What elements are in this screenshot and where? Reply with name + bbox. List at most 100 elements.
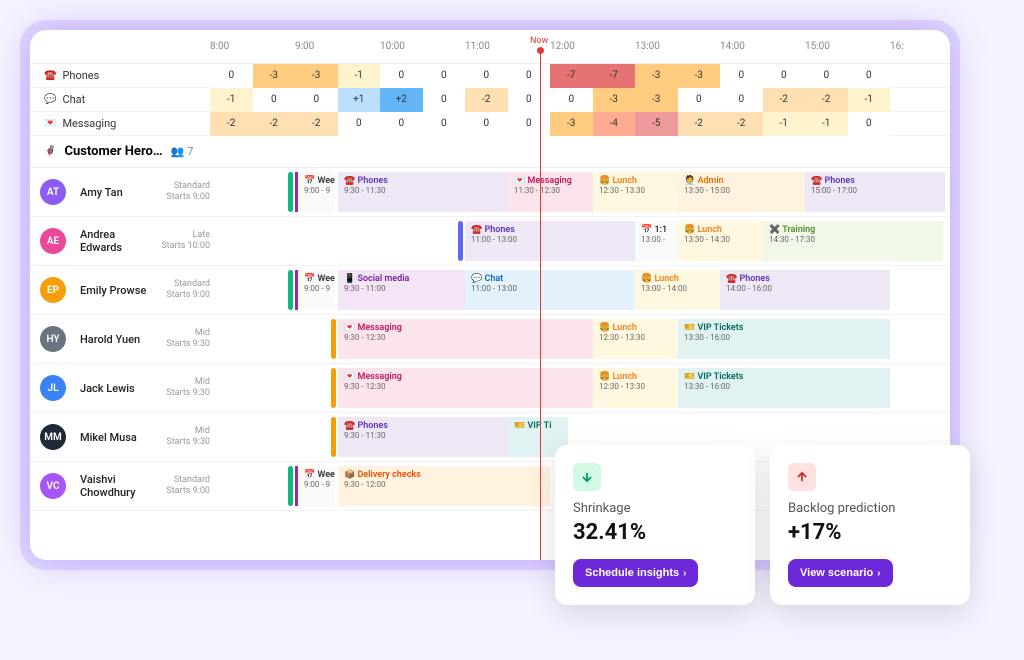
- agent-track[interactable]: ☎️ Phones11:00 - 13:00📅 1:113:00 -🍔 Lunc…: [210, 217, 950, 265]
- coverage-cell[interactable]: 0: [805, 64, 848, 88]
- schedule-bar[interactable]: 🎫 VIP Tickets13:30 - 16:00: [678, 319, 890, 359]
- shift-info: StandardStarts 9:00: [154, 181, 210, 203]
- schedule-bar[interactable]: 🎫 VIP Tickets13:30 - 16:00: [678, 368, 890, 408]
- schedule-bar[interactable]: 📦 Delivery checks9:30 - 12:00: [338, 466, 550, 506]
- avatar[interactable]: AT: [40, 179, 66, 205]
- insight-card: Backlog prediction+17%View scenario ›: [770, 445, 970, 605]
- coverage-cell[interactable]: 0: [848, 112, 891, 136]
- schedule-bar[interactable]: 🍔 Lunch12:30 - 13:30: [593, 319, 678, 359]
- coverage-cell[interactable]: -2: [253, 112, 296, 136]
- coverage-cell[interactable]: -3: [635, 88, 678, 112]
- coverage-cell[interactable]: -3: [635, 64, 678, 88]
- coverage-cell[interactable]: 0: [550, 88, 593, 112]
- schedule-bar[interactable]: ☎️ Phones11:00 - 13:00: [465, 221, 635, 261]
- card-title: Backlog prediction: [788, 501, 952, 516]
- coverage-cell[interactable]: 0: [380, 112, 423, 136]
- coverage-cell[interactable]: 0: [210, 64, 253, 88]
- team-header[interactable]: 🦸 Customer Hero… 👥 7: [30, 136, 950, 168]
- channel-row[interactable]: ☎️ Phones0-3-3-10000-7-7-3-30000: [30, 64, 950, 88]
- schedule-bar[interactable]: 💌 Messaging9:30 - 12:30: [338, 319, 593, 359]
- coverage-cell[interactable]: -2: [210, 112, 253, 136]
- shift-stripe: [288, 466, 293, 506]
- agent-track[interactable]: 💌 Messaging9:30 - 12:30🍔 Lunch12:30 - 13…: [210, 315, 950, 363]
- coverage-cell[interactable]: -2: [805, 88, 848, 112]
- coverage-cell[interactable]: -3: [678, 64, 721, 88]
- agent-track[interactable]: 📅 Week9:00 - 9📱 Social media9:30 - 11:00…: [210, 266, 950, 314]
- coverage-cell[interactable]: -2: [465, 88, 508, 112]
- schedule-bar[interactable]: 🍔 Lunch12:30 - 13:30: [593, 368, 678, 408]
- coverage-cell[interactable]: -1: [848, 88, 891, 112]
- coverage-cell[interactable]: -1: [763, 112, 806, 136]
- schedule-bar[interactable]: 💌 Messaging11:30 - 12:30: [508, 172, 593, 212]
- schedule-bar[interactable]: 🧑‍💼 Admin13:30 - 15:00: [678, 172, 806, 212]
- schedule-bar[interactable]: 🍔 Lunch13:30 - 14:30: [678, 221, 763, 261]
- coverage-cell[interactable]: -7: [593, 64, 636, 88]
- agent-track[interactable]: 💌 Messaging9:30 - 12:30🍔 Lunch12:30 - 13…: [210, 364, 950, 412]
- avatar[interactable]: AE: [40, 228, 66, 254]
- coverage-cell[interactable]: 0: [253, 88, 296, 112]
- agent-name: Amy Tan: [80, 186, 150, 199]
- shift-info: StandardStarts 9:00: [154, 475, 210, 497]
- coverage-cell[interactable]: 0: [720, 88, 763, 112]
- avatar[interactable]: EP: [40, 277, 66, 303]
- coverage-cell[interactable]: -3: [295, 64, 338, 88]
- coverage-cell[interactable]: 0: [295, 88, 338, 112]
- coverage-cell[interactable]: 0: [508, 88, 551, 112]
- coverage-cell[interactable]: 0: [423, 112, 466, 136]
- shift-stripe: [331, 417, 336, 457]
- coverage-cell[interactable]: -2: [678, 112, 721, 136]
- coverage-cell[interactable]: -3: [253, 64, 296, 88]
- schedule-bar[interactable]: ☎️ Phones9:30 - 11:30: [338, 417, 508, 457]
- card-action-button[interactable]: Schedule insights ›: [573, 559, 698, 587]
- schedule-bar[interactable]: ✖️ Training14:30 - 17:30: [763, 221, 943, 261]
- coverage-cell[interactable]: -1: [210, 88, 253, 112]
- coverage-cell[interactable]: 0: [338, 112, 381, 136]
- coverage-cell[interactable]: 0: [763, 64, 806, 88]
- coverage-cell[interactable]: 0: [508, 64, 551, 88]
- schedule-bar[interactable]: ☎️ Phones14:00 - 16:00: [720, 270, 890, 310]
- card-action-button[interactable]: View scenario ›: [788, 559, 893, 587]
- coverage-cell[interactable]: -2: [763, 88, 806, 112]
- coverage-cell[interactable]: 0: [423, 64, 466, 88]
- coverage-cell[interactable]: -2: [720, 112, 763, 136]
- coverage-cell[interactable]: -3: [593, 88, 636, 112]
- coverage-cell[interactable]: -2: [295, 112, 338, 136]
- schedule-bar[interactable]: 📅 Week9:00 - 9: [295, 466, 335, 506]
- coverage-cell[interactable]: -1: [805, 112, 848, 136]
- coverage-cell[interactable]: 0: [423, 88, 466, 112]
- coverage-cell[interactable]: 0: [508, 112, 551, 136]
- avatar[interactable]: HY: [40, 326, 66, 352]
- coverage-cell[interactable]: +1: [338, 88, 381, 112]
- coverage-cell[interactable]: 0: [678, 88, 721, 112]
- schedule-bar[interactable]: 📅 1:113:00 -: [635, 221, 678, 261]
- time-label: 15:00: [805, 30, 890, 64]
- channel-row[interactable]: 💬 Chat-100+1+20-200-3-300-2-2-1: [30, 88, 950, 112]
- schedule-bar[interactable]: 💌 Messaging9:30 - 12:30: [338, 368, 593, 408]
- avatar[interactable]: JL: [40, 375, 66, 401]
- coverage-cell[interactable]: -1: [338, 64, 381, 88]
- coverage-cell[interactable]: -7: [550, 64, 593, 88]
- avatar[interactable]: VC: [40, 473, 66, 499]
- schedule-bar[interactable]: 🍔 Lunch12:30 - 13:30: [593, 172, 678, 212]
- schedule-bar[interactable]: 📅 Week9:00 - 9: [295, 270, 335, 310]
- coverage-cell[interactable]: 0: [465, 112, 508, 136]
- channel-row[interactable]: 💌 Messaging-2-2-200000-3-4-5-2-2-1-10: [30, 112, 950, 136]
- agent-row: AEAndrea EdwardsLateStarts 10:00☎️ Phone…: [30, 217, 950, 266]
- coverage-cell[interactable]: -5: [635, 112, 678, 136]
- coverage-cell[interactable]: 0: [720, 64, 763, 88]
- avatar[interactable]: MM: [40, 424, 66, 450]
- coverage-cell[interactable]: 0: [848, 64, 891, 88]
- schedule-bar[interactable]: 💬 Chat11:00 - 13:00: [465, 270, 635, 310]
- shift-stripe: [458, 221, 463, 261]
- coverage-cell[interactable]: -3: [550, 112, 593, 136]
- schedule-bar[interactable]: 📅 Week9:00 - 9: [295, 172, 335, 212]
- schedule-bar[interactable]: ☎️ Phones15:00 - 17:00: [805, 172, 945, 212]
- schedule-bar[interactable]: 🍔 Lunch13:00 - 14:00: [635, 270, 720, 310]
- coverage-cell[interactable]: +2: [380, 88, 423, 112]
- schedule-bar[interactable]: ☎️ Phones9:30 - 11:30: [338, 172, 508, 212]
- coverage-cell[interactable]: 0: [380, 64, 423, 88]
- coverage-cell[interactable]: 0: [465, 64, 508, 88]
- schedule-bar[interactable]: 📱 Social media9:30 - 11:00: [338, 270, 465, 310]
- coverage-cell[interactable]: -4: [593, 112, 636, 136]
- agent-track[interactable]: 📅 Week9:00 - 9☎️ Phones9:30 - 11:30💌 Mes…: [210, 168, 950, 216]
